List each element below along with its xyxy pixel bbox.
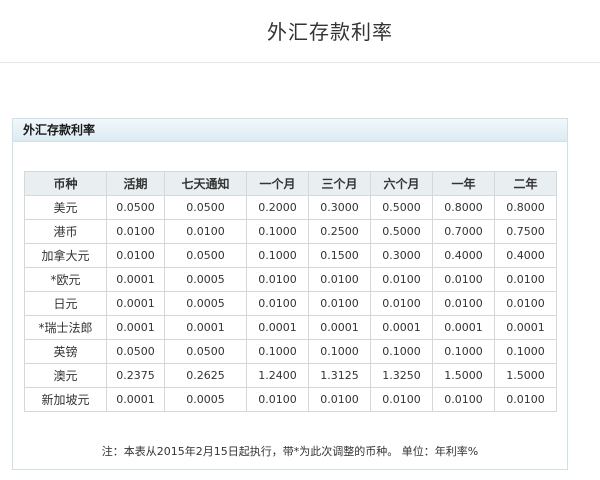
rate-cell: 0.0100 [246, 291, 309, 316]
panel-title: 外汇存款利率 [13, 119, 567, 142]
header-2-years: 二年 [494, 171, 557, 196]
rate-cell: 0.0100 [370, 291, 433, 316]
table-row: 加拿大元 0.0100 0.0500 0.1000 0.1500 0.3000 … [24, 243, 557, 268]
currency-cell: *欧元 [24, 267, 107, 292]
currency-cell: 美元 [24, 195, 107, 220]
rate-cell: 0.0500 [164, 339, 247, 364]
rate-cell: 0.1000 [308, 339, 371, 364]
rate-cell: 0.0500 [106, 339, 165, 364]
table-row: *欧元 0.0001 0.0005 0.0100 0.0100 0.0100 0… [24, 267, 557, 292]
rate-cell: 0.1000 [246, 243, 309, 268]
rate-cell: 0.0100 [432, 387, 495, 412]
rate-cell: 0.1000 [370, 339, 433, 364]
rate-cell: 0.0100 [106, 243, 165, 268]
rate-cell: 0.0100 [494, 387, 557, 412]
rate-cell: 0.0100 [432, 291, 495, 316]
rate-cell: 0.3000 [308, 195, 371, 220]
rate-cell: 0.0100 [106, 219, 165, 244]
rate-cell: 0.0100 [494, 291, 557, 316]
currency-cell: 澳元 [24, 363, 107, 388]
rate-cell: 0.0001 [308, 315, 371, 340]
currency-cell: 加拿大元 [24, 243, 107, 268]
rate-cell: 0.5000 [370, 195, 433, 220]
header-currency: 币种 [24, 171, 107, 196]
rate-cell: 0.0001 [106, 267, 165, 292]
rate-cell: 1.5000 [432, 363, 495, 388]
rate-cell: 0.2500 [308, 219, 371, 244]
rate-cell: 0.4000 [432, 243, 495, 268]
rate-cell: 0.8000 [494, 195, 557, 220]
table-row: 港币 0.0100 0.0100 0.1000 0.2500 0.5000 0.… [24, 219, 557, 244]
rate-cell: 0.0100 [246, 267, 309, 292]
page-header: 外汇存款利率 [0, 0, 600, 63]
table-header-row: 币种 活期 七天通知 一个月 三个月 六个月 一年 二年 [24, 171, 557, 196]
rates-panel: 外汇存款利率 币种 活期 七天通知 一个月 三个月 六个月 一年 二年 美元 0… [12, 118, 568, 470]
rate-cell: 0.0100 [164, 219, 247, 244]
rate-cell: 0.0001 [494, 315, 557, 340]
rate-cell: 0.5000 [370, 219, 433, 244]
rate-cell: 0.0100 [308, 291, 371, 316]
table-row: 日元 0.0001 0.0005 0.0100 0.0100 0.0100 0.… [24, 291, 557, 316]
header-7day-notice: 七天通知 [164, 171, 247, 196]
currency-cell: 新加坡元 [24, 387, 107, 412]
currency-cell: 英镑 [24, 339, 107, 364]
rate-cell: 1.3125 [308, 363, 371, 388]
rate-cell: 0.0001 [106, 387, 165, 412]
rate-cell: 0.0001 [106, 291, 165, 316]
rate-cell: 0.2000 [246, 195, 309, 220]
rate-cell: 0.0100 [370, 387, 433, 412]
rate-cell: 0.1000 [246, 219, 309, 244]
rate-cell: 0.0100 [494, 267, 557, 292]
footnote: 注：本表从2015年2月15日起执行，带*为此次调整的币种。 单位：年利率% [101, 445, 479, 458]
table-row: 澳元 0.2375 0.2625 1.2400 1.3125 1.3250 1.… [24, 363, 557, 388]
rate-cell: 0.0100 [370, 267, 433, 292]
header-1-year: 一年 [432, 171, 495, 196]
table-row: 英镑 0.0500 0.0500 0.1000 0.1000 0.1000 0.… [24, 339, 557, 364]
rate-cell: 0.2375 [106, 363, 165, 388]
rate-cell: 0.7500 [494, 219, 557, 244]
rate-cell: 0.4000 [494, 243, 557, 268]
rate-cell: 0.2625 [164, 363, 247, 388]
rate-cell: 0.0001 [432, 315, 495, 340]
page-title: 外汇存款利率 [267, 20, 393, 44]
rate-cell: 0.0005 [164, 267, 247, 292]
rate-cell: 0.0100 [308, 267, 371, 292]
rate-cell: 0.0005 [164, 291, 247, 316]
header-1-month: 一个月 [246, 171, 309, 196]
rate-cell: 0.0500 [164, 243, 247, 268]
table-row: *瑞士法郎 0.0001 0.0001 0.0001 0.0001 0.0001… [24, 315, 557, 340]
rate-cell: 0.0500 [164, 195, 247, 220]
rate-cell: 0.8000 [432, 195, 495, 220]
rate-cell: 1.3250 [370, 363, 433, 388]
currency-cell: 日元 [24, 291, 107, 316]
rate-cell: 0.0100 [432, 267, 495, 292]
rate-cell: 0.0001 [106, 315, 165, 340]
table-row: 新加坡元 0.0001 0.0005 0.0100 0.0100 0.0100 … [24, 387, 557, 412]
header-demand: 活期 [106, 171, 165, 196]
rate-cell: 0.0100 [246, 387, 309, 412]
rate-cell: 0.0001 [246, 315, 309, 340]
currency-cell: 港币 [24, 219, 107, 244]
rates-table: 币种 活期 七天通知 一个月 三个月 六个月 一年 二年 美元 0.0500 0… [24, 171, 557, 412]
table-row: 美元 0.0500 0.0500 0.2000 0.3000 0.5000 0.… [24, 195, 557, 220]
rate-cell: 0.1500 [308, 243, 371, 268]
rate-cell: 0.1000 [494, 339, 557, 364]
rate-cell: 0.0001 [370, 315, 433, 340]
rate-cell: 0.1000 [246, 339, 309, 364]
rate-cell: 1.5000 [494, 363, 557, 388]
rate-cell: 1.2400 [246, 363, 309, 388]
header-3-months: 三个月 [308, 171, 371, 196]
rate-cell: 0.0001 [164, 315, 247, 340]
header-6-months: 六个月 [370, 171, 433, 196]
rate-cell: 0.0500 [106, 195, 165, 220]
currency-cell: *瑞士法郎 [24, 315, 107, 340]
rate-cell: 0.3000 [370, 243, 433, 268]
rate-cell: 0.7000 [432, 219, 495, 244]
rate-cell: 0.1000 [432, 339, 495, 364]
rate-cell: 0.0005 [164, 387, 247, 412]
rate-cell: 0.0100 [308, 387, 371, 412]
